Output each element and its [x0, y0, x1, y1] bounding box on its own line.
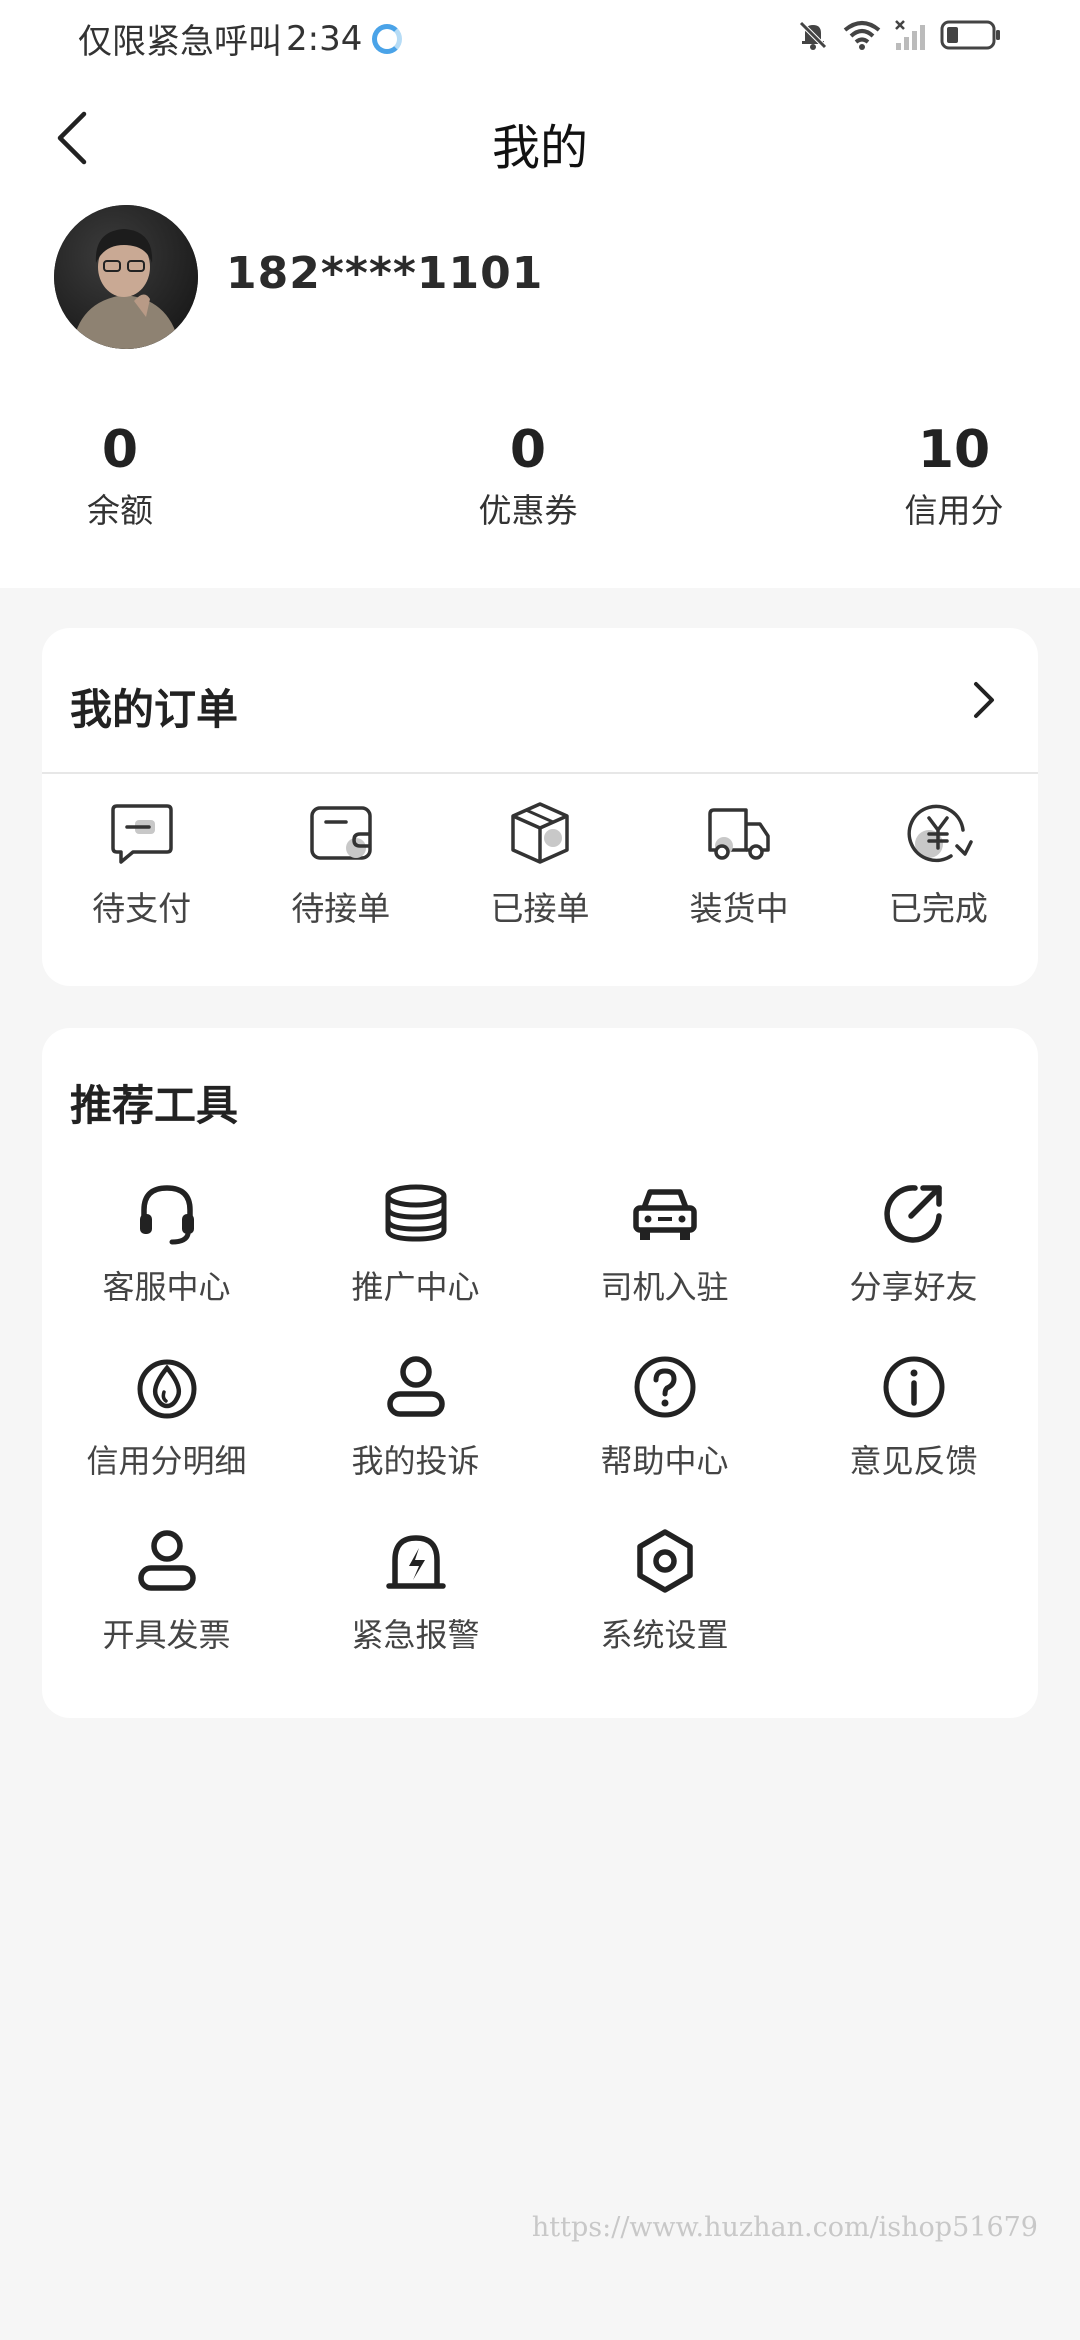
tools-card: 推荐工具 客服中心 推广中心 司机入驻 分享好友 信用分明细 我的投诉 帮助中心… [42, 1028, 1038, 1718]
app-icon [372, 23, 403, 54]
order-item-label: 待接单 [291, 889, 391, 928]
stat-coupons-label: 优惠券 [478, 491, 578, 530]
order-item-completed[interactable]: 已完成 [839, 796, 1038, 930]
invoice-user-icon [137, 1530, 196, 1591]
tool-label: 我的投诉 [351, 1442, 480, 1480]
tool-label: 系统设置 [600, 1616, 729, 1654]
settings-hex-icon [636, 1529, 693, 1593]
order-item-label: 已完成 [888, 889, 988, 928]
carrier-text: 仅限紧急呼叫 [78, 22, 282, 62]
tool-complaints[interactable]: 我的投诉 [291, 1352, 540, 1482]
nav-bar: 我的 [0, 88, 1080, 188]
no-signal-icon [895, 20, 925, 50]
tool-feedback[interactable]: 意见反馈 [789, 1352, 1038, 1482]
stat-coupons[interactable]: 0 优惠券 [428, 420, 628, 532]
stat-balance-value: 0 [101, 420, 139, 480]
tool-credit-detail[interactable]: 信用分明细 [42, 1352, 291, 1482]
pending-payment-icon [110, 804, 173, 864]
package-icon [511, 802, 569, 864]
tool-help-center[interactable]: 帮助中心 [540, 1352, 789, 1482]
tool-driver-join[interactable]: 司机入驻 [540, 1178, 789, 1308]
profile-section[interactable]: 182****1101 [0, 200, 1080, 360]
tool-label: 推广中心 [351, 1268, 480, 1306]
order-item-label: 已接单 [490, 889, 590, 928]
order-item-label: 装货中 [689, 889, 789, 928]
order-item-loading[interactable]: 装货中 [640, 796, 839, 930]
tool-label: 意见反馈 [849, 1442, 978, 1480]
status-left: 仅限紧急呼叫 2:34 [78, 14, 403, 63]
stat-balance[interactable]: 0 余额 [20, 420, 220, 532]
order-item-accepted[interactable]: 已接单 [440, 796, 639, 930]
tools-title: 推荐工具 [70, 1081, 239, 1130]
header-area: 仅限紧急呼叫 2:34 我的 182****1101 0 余额 0 优惠券 10… [0, 0, 1080, 588]
tool-invoice[interactable]: 开具发票 [42, 1526, 291, 1656]
tool-promotion[interactable]: 推广中心 [291, 1178, 540, 1308]
avatar-image [54, 205, 198, 349]
alarm-icon [385, 1535, 446, 1589]
stats-row: 0 余额 0 优惠券 10 信用分 [0, 420, 1080, 550]
user-icon [386, 1356, 445, 1417]
tool-label: 信用分明细 [86, 1442, 247, 1480]
tool-label: 客服中心 [102, 1268, 231, 1306]
page-title: 我的 [491, 120, 588, 176]
order-item-label: 待支付 [92, 889, 192, 928]
headset-icon [139, 1185, 194, 1245]
orders-title: 我的订单 [70, 685, 239, 734]
wallet-icon [310, 806, 372, 860]
question-icon [634, 1356, 695, 1418]
status-bar: 仅限紧急呼叫 2:34 [0, 0, 1080, 72]
info-icon [883, 1356, 944, 1418]
tool-label: 司机入驻 [600, 1268, 729, 1306]
yuan-completed-icon [907, 804, 974, 863]
tool-customer-service[interactable]: 客服中心 [42, 1178, 291, 1308]
orders-card: 我的订单 待支付 待接单 已接单 装货中 已完成 [42, 628, 1038, 986]
stat-coupons-value: 0 [509, 420, 547, 480]
chevron-right-icon[interactable] [960, 676, 1008, 724]
stat-credit-label: 信用分 [904, 491, 1004, 530]
stat-balance-label: 余额 [87, 491, 153, 530]
status-time: 2:34 [286, 18, 363, 59]
drop-icon [137, 1359, 196, 1419]
order-status-row: 待支付 待接单 已接单 装货中 已完成 [42, 796, 1038, 930]
stat-credit[interactable]: 10 信用分 [854, 420, 1054, 532]
tool-label: 开具发票 [102, 1616, 231, 1654]
tool-share[interactable]: 分享好友 [789, 1178, 1038, 1308]
orders-header[interactable]: 我的订单 [42, 628, 1038, 774]
user-phone: 182****1101 [226, 248, 544, 299]
tool-label: 帮助中心 [600, 1442, 729, 1480]
tool-emergency-alarm[interactable]: 紧急报警 [291, 1526, 540, 1656]
avatar[interactable] [54, 205, 198, 349]
coins-stack-icon [385, 1184, 446, 1242]
car-icon [632, 1189, 697, 1240]
tool-settings[interactable]: 系统设置 [540, 1526, 789, 1656]
truck-icon [708, 808, 770, 860]
status-right [796, 18, 1002, 52]
order-item-pending-payment[interactable]: 待支付 [42, 796, 241, 930]
tool-label: 分享好友 [849, 1268, 978, 1306]
stat-credit-value: 10 [917, 420, 991, 480]
tool-label: 紧急报警 [351, 1616, 480, 1654]
share-icon [883, 1185, 942, 1243]
battery-icon [940, 20, 1000, 50]
wifi-icon [843, 21, 881, 50]
watermark: https://www.huzhan.com/ishop51679 [531, 2212, 1038, 2243]
order-item-awaiting-accept[interactable]: 待接单 [241, 796, 440, 930]
mute-bell-icon [799, 21, 827, 50]
